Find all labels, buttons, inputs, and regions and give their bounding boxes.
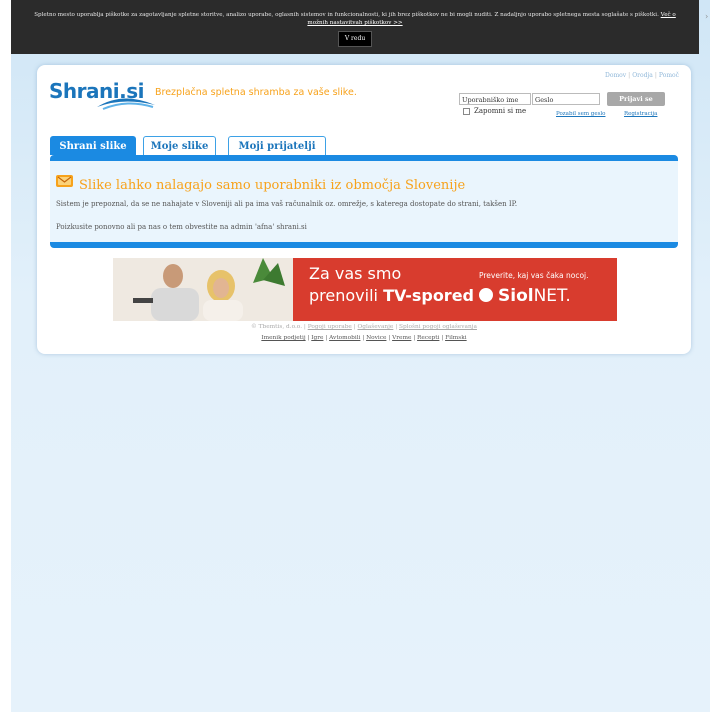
footer-link-directory[interactable]: Imenik podjetij [261, 335, 305, 341]
tab-my-images[interactable]: Moje slike [143, 136, 216, 155]
footer-link-terms[interactable]: Pogoji uporabe [308, 324, 352, 330]
footer-link-advertising[interactable]: Oglaševanje [357, 324, 393, 330]
footer-link-recipes[interactable]: Recepti [417, 335, 439, 341]
username-field[interactable]: Uporabniško ime [459, 93, 531, 105]
login-button[interactable]: Prijavi se [607, 92, 665, 106]
footer-copyright: © Tbemtis, d.o.o. [251, 324, 303, 330]
ad-headline-1: Za vas smo [309, 264, 402, 283]
notice-title: Slike lahko nalagajo samo uporabniki iz … [79, 178, 466, 193]
cookie-text: Spletno mesto uporablja piškotke za zago… [34, 12, 659, 18]
site-tagline: Brezplačna spletna shramba za vaše slike… [155, 87, 357, 98]
remember-label: Zapomni si me [474, 107, 527, 115]
footer-link-ad-terms[interactable]: Splošni pogoji oglaševanja [399, 324, 477, 330]
advertisement-banner[interactable]: Za vas smo prenovili TV-spored Preverite… [113, 258, 617, 321]
ad-brand: SiolNET. [479, 286, 571, 306]
nav-link-home[interactable]: Domov [605, 72, 626, 79]
ad-couple-image [113, 258, 293, 321]
warning-envelope-icon [56, 175, 73, 187]
ad-brand-bold: Siol [498, 286, 534, 306]
footer-link-cars[interactable]: Avtomobili [329, 335, 360, 341]
notice-text: Sistem je prepoznal, da se ne nahajate v… [56, 200, 518, 208]
register-link[interactable]: Registracija [624, 111, 657, 117]
footer-link-games[interactable]: Igre [311, 335, 323, 341]
remember-checkbox[interactable] [463, 107, 470, 115]
tab-my-friends[interactable]: Moji prijatelji [228, 136, 326, 155]
scroll-indicator-icon: › [705, 12, 709, 21]
nav-link-tools[interactable]: Orodja [632, 72, 653, 79]
cookie-banner: Spletno mesto uporablja piškotke za zago… [11, 0, 699, 54]
remember-me[interactable]: Zapomni si me [463, 107, 526, 115]
footer-legal: © Tbemtis, d.o.o. | Pogoji uporabe | Ogl… [251, 324, 477, 330]
ad-photo [113, 258, 293, 321]
siol-logo-icon [479, 288, 493, 302]
notice-box: Slike lahko nalagajo samo uporabniki iz … [50, 155, 678, 248]
ad-headline-2: prenovili TV-spored [309, 286, 474, 305]
cookie-text-block: Spletno mesto uporablja piškotke za zago… [11, 0, 699, 47]
logo-swoosh-icon [97, 98, 155, 110]
tab-upload-images[interactable]: Shrani slike [50, 136, 136, 155]
forgot-password-link[interactable]: Pozabil sem geslo [556, 111, 605, 117]
footer-links: Imenik podjetij | Igre | Avtomobili | No… [261, 335, 467, 341]
nav-link-help[interactable]: Pomoč [659, 72, 679, 79]
main-card: Shrani.si Brezplačna spletna shramba za … [37, 65, 691, 354]
ad-headline-2-prefix: prenovili [309, 286, 378, 305]
notice-hint: Poizkusite ponovno ali pa nas o tem obve… [56, 223, 307, 231]
footer-link-movies[interactable]: Filmski [445, 335, 467, 341]
top-nav: Domov | Orodja | Pomoč [605, 72, 679, 79]
ad-headline-2-bold: TV-spored [383, 286, 474, 305]
footer-link-weather[interactable]: Vreme [392, 335, 411, 341]
ad-brand-rest: NET. [533, 286, 571, 306]
footer-link-news[interactable]: Novice [366, 335, 386, 341]
ad-cta-text: Preverite, kaj vas čaka nocoj. [479, 271, 589, 280]
password-field[interactable]: Geslo [532, 93, 600, 105]
cookie-accept-button[interactable]: V redu [337, 31, 373, 47]
